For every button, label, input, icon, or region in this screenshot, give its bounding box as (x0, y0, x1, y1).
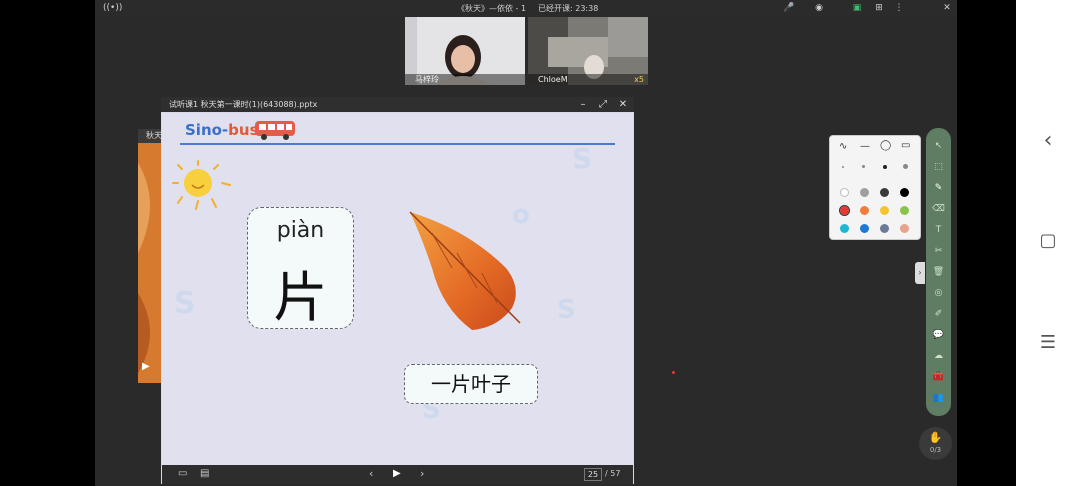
color-swatch[interactable] (839, 205, 850, 216)
total-pages: / 57 (605, 469, 621, 478)
color-swatch[interactable] (860, 206, 869, 215)
chat-icon[interactable]: 💬 (932, 329, 945, 342)
minimize-icon[interactable]: – (577, 97, 589, 112)
microphone-icon[interactable]: 🎤 (783, 2, 795, 14)
class-title: 《秋天》—依依 - 1 (457, 4, 527, 13)
back-icon[interactable]: ‹ (1016, 128, 1080, 153)
next-slide-icon[interactable]: › (420, 467, 424, 480)
camera-icon[interactable]: ◉ (813, 2, 825, 14)
slide-canvas[interactable]: S o S S S Sino-bus piàn 片 一片叶子 (162, 113, 633, 465)
stroke-size-xs[interactable] (842, 166, 844, 168)
ppt-window-title: 试听课1 秋天第一课时(1)(643088).pptx (169, 100, 318, 109)
background-document-window[interactable]: 秋天 ▶ (138, 129, 162, 383)
video-tile-teacher[interactable]: 马梓玲 (405, 17, 525, 85)
expand-toolbar-icon[interactable]: › (915, 262, 925, 284)
pen-settings-panel: ∿ — ◯ ▭ (829, 135, 921, 240)
current-page-input[interactable]: 25 (584, 468, 602, 481)
scissors-icon[interactable]: ✂ (932, 245, 945, 258)
background-document-title: 秋天 (138, 129, 162, 143)
color-swatch[interactable] (860, 224, 869, 233)
line-tool-icon[interactable]: — (860, 141, 870, 152)
leaf-background-image (138, 143, 162, 383)
video-name-teacher: 马梓玲 (405, 74, 525, 85)
freehand-pen-icon[interactable]: ∿ (839, 141, 847, 152)
video-tile-student[interactable]: ChloeM x5 (528, 17, 648, 85)
whiteboard-toolbar: ↖ ⬚ ✎ ⌫ T ✂ 🗑 ◎ ✐ 💬 ☁ 🧰 👥 (926, 128, 951, 416)
hand-icon: ✋ (928, 431, 943, 444)
color-swatch[interactable] (900, 224, 909, 233)
play-icon[interactable]: ▶ (142, 361, 150, 372)
color-swatch[interactable] (880, 188, 889, 197)
stroke-size-s[interactable] (862, 165, 865, 168)
eraser-icon[interactable]: ⌫ (932, 203, 945, 216)
pen-icon[interactable]: ✎ (932, 182, 945, 195)
text-icon[interactable]: T (932, 224, 945, 237)
thumbnail-view-icon[interactable]: ▭ (178, 468, 187, 479)
raise-hand-button[interactable]: ✋ 0/3 (919, 427, 952, 460)
autumn-leaf-image (409, 211, 521, 330)
edit-icon[interactable]: ✐ (932, 308, 945, 321)
top-bar: ((•)) 《秋天》—依依 - 1 已经开课: 23:38 🎤 ◉ ▣ ⊞ ⋮ … (95, 0, 957, 16)
layout-grid-icon[interactable]: ⊞ (873, 2, 885, 14)
close-window-icon[interactable]: ✕ (617, 97, 629, 112)
broadcast-icon[interactable]: ((•)) (103, 2, 122, 14)
pointer-icon[interactable]: ↖ (932, 140, 945, 153)
laser-dot (672, 371, 675, 374)
ppt-window-titlebar: 试听课1 秋天第一课时(1)(643088).pptx (161, 97, 634, 112)
ellipse-tool-icon[interactable]: ◯ (880, 140, 891, 151)
color-swatch[interactable] (840, 188, 849, 197)
users-icon[interactable]: 👥 (932, 392, 945, 405)
cloud-icon[interactable]: ☁ (932, 350, 945, 363)
color-swatch[interactable] (880, 206, 889, 215)
class-timer: 已经开课: 23:38 (538, 4, 599, 13)
pinyin-card: piàn 片 (247, 207, 354, 329)
toolbox-icon[interactable]: 🧰 (932, 371, 945, 384)
color-swatch[interactable] (900, 188, 909, 197)
play-slideshow-icon[interactable]: ▶ (393, 468, 401, 479)
close-icon[interactable]: ✕ (941, 2, 953, 14)
stroke-size-m[interactable] (883, 165, 887, 169)
trash-icon[interactable]: 🗑 (932, 266, 945, 279)
pinyin-text: piàn (276, 218, 325, 243)
color-swatch[interactable] (880, 224, 889, 233)
android-navigation-bar: ‹ ▢ ☰ (1016, 0, 1080, 486)
slide-navigation-bar: ▭ ▤ ‹ ▶ › 25 / 57 (162, 465, 633, 484)
hanzi-character: 片 (273, 266, 328, 329)
record-icon[interactable]: ▣ (851, 2, 863, 14)
stroke-size-l[interactable] (903, 164, 908, 169)
select-icon[interactable]: ⬚ (932, 161, 945, 174)
home-icon[interactable]: ▢ (1016, 230, 1080, 251)
sino-bus-logo: Sino-bus (185, 121, 259, 139)
notes-icon[interactable]: ▤ (200, 468, 209, 479)
svg-text:S: S (572, 142, 592, 175)
maximize-icon[interactable]: ⤢ (597, 97, 609, 112)
color-swatch[interactable] (900, 206, 909, 215)
video-name-student: ChloeM x5 (528, 74, 648, 85)
camera-tool-icon[interactable]: ◎ (932, 287, 945, 300)
rectangle-tool-icon[interactable]: ▭ (901, 140, 910, 151)
sun-illustration (172, 160, 231, 210)
phrase-card: 一片叶子 (404, 364, 538, 404)
svg-text:S: S (174, 286, 196, 321)
previous-slide-icon[interactable]: ‹ (369, 467, 373, 480)
menu-icon[interactable]: ⋮ (893, 2, 905, 14)
color-swatch[interactable] (860, 188, 869, 197)
bus-logo-icon (255, 121, 295, 140)
trophy-badge: x5 (634, 75, 644, 84)
screen: ((•)) 《秋天》—依依 - 1 已经开课: 23:38 🎤 ◉ ▣ ⊞ ⋮ … (0, 0, 1080, 486)
hand-counter: 0/3 (929, 446, 942, 454)
recent-apps-icon[interactable]: ☰ (1016, 332, 1080, 353)
color-swatch[interactable] (840, 224, 849, 233)
svg-text:S: S (557, 295, 576, 325)
header-divider (180, 143, 615, 145)
